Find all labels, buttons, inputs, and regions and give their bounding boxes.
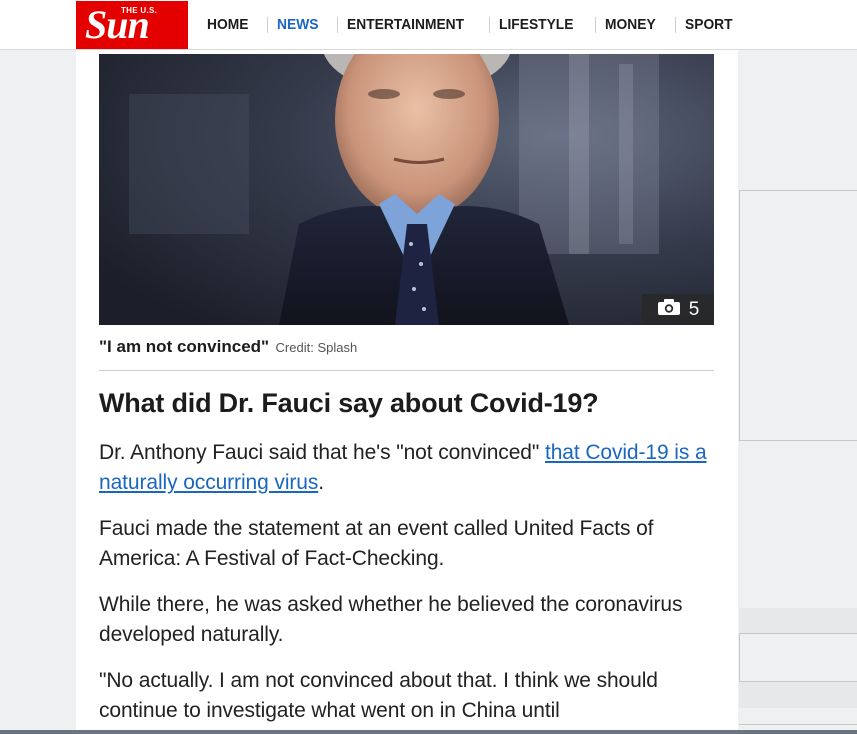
the-sun-logo[interactable]: THE U.S. Sun [76, 1, 188, 49]
paragraph-end: . [318, 471, 325, 494]
article-paragraph: "No actually. I am not convinced about t… [99, 669, 658, 722]
page: THE U.S. Sun HOME NEWS ENTERTAINMENT LIF… [0, 0, 857, 734]
article-paragraph: While there, he was asked whether he bel… [99, 593, 683, 646]
nav-money[interactable]: MONEY [594, 16, 669, 33]
sidebar-ad-container [739, 608, 857, 708]
sidebar-ad-slot[interactable] [739, 633, 857, 682]
camera-icon [657, 298, 681, 322]
nav-entertainment[interactable]: ENTERTAINMENT [336, 16, 477, 33]
bottom-bar [0, 730, 857, 734]
main-nav: HOME NEWS ENTERTAINMENT LIFESTYLE MONEY … [196, 0, 752, 49]
photo-count: 5 [688, 298, 700, 320]
paragraph-text: Dr. Anthony Fauci said that he's "not co… [99, 441, 545, 464]
nav-news[interactable]: NEWS [266, 16, 331, 33]
article-paragraph: Dr. Anthony Fauci said that he's "not co… [99, 438, 719, 498]
hero-image[interactable]: 5 [99, 54, 714, 325]
caption-credit: Credit: Splash [275, 340, 358, 355]
sidebar-ad-slot[interactable] [739, 190, 857, 441]
article-column: 5 "I am not convinced" Credit: Splash Wh… [76, 50, 738, 734]
section-divider [99, 370, 714, 371]
nav-home[interactable]: HOME [196, 16, 261, 33]
image-caption: "I am not convinced" Credit: Splash [99, 337, 714, 357]
section-headline: What did Dr. Fauci say about Covid-19? [99, 388, 599, 418]
nav-sport[interactable]: SPORT [674, 16, 745, 33]
article-paragraph: Fauci made the statement at an event cal… [99, 517, 654, 570]
top-navigation-bar: THE U.S. Sun HOME NEWS ENTERTAINMENT LIF… [0, 0, 857, 50]
photo-gallery-button[interactable]: 5 [642, 294, 714, 325]
logo-wordmark: Sun [85, 2, 150, 47]
hero-photo-illustration [99, 54, 714, 325]
caption-quote: "I am not convinced" [99, 337, 270, 356]
nav-lifestyle[interactable]: LIFESTYLE [488, 16, 586, 33]
